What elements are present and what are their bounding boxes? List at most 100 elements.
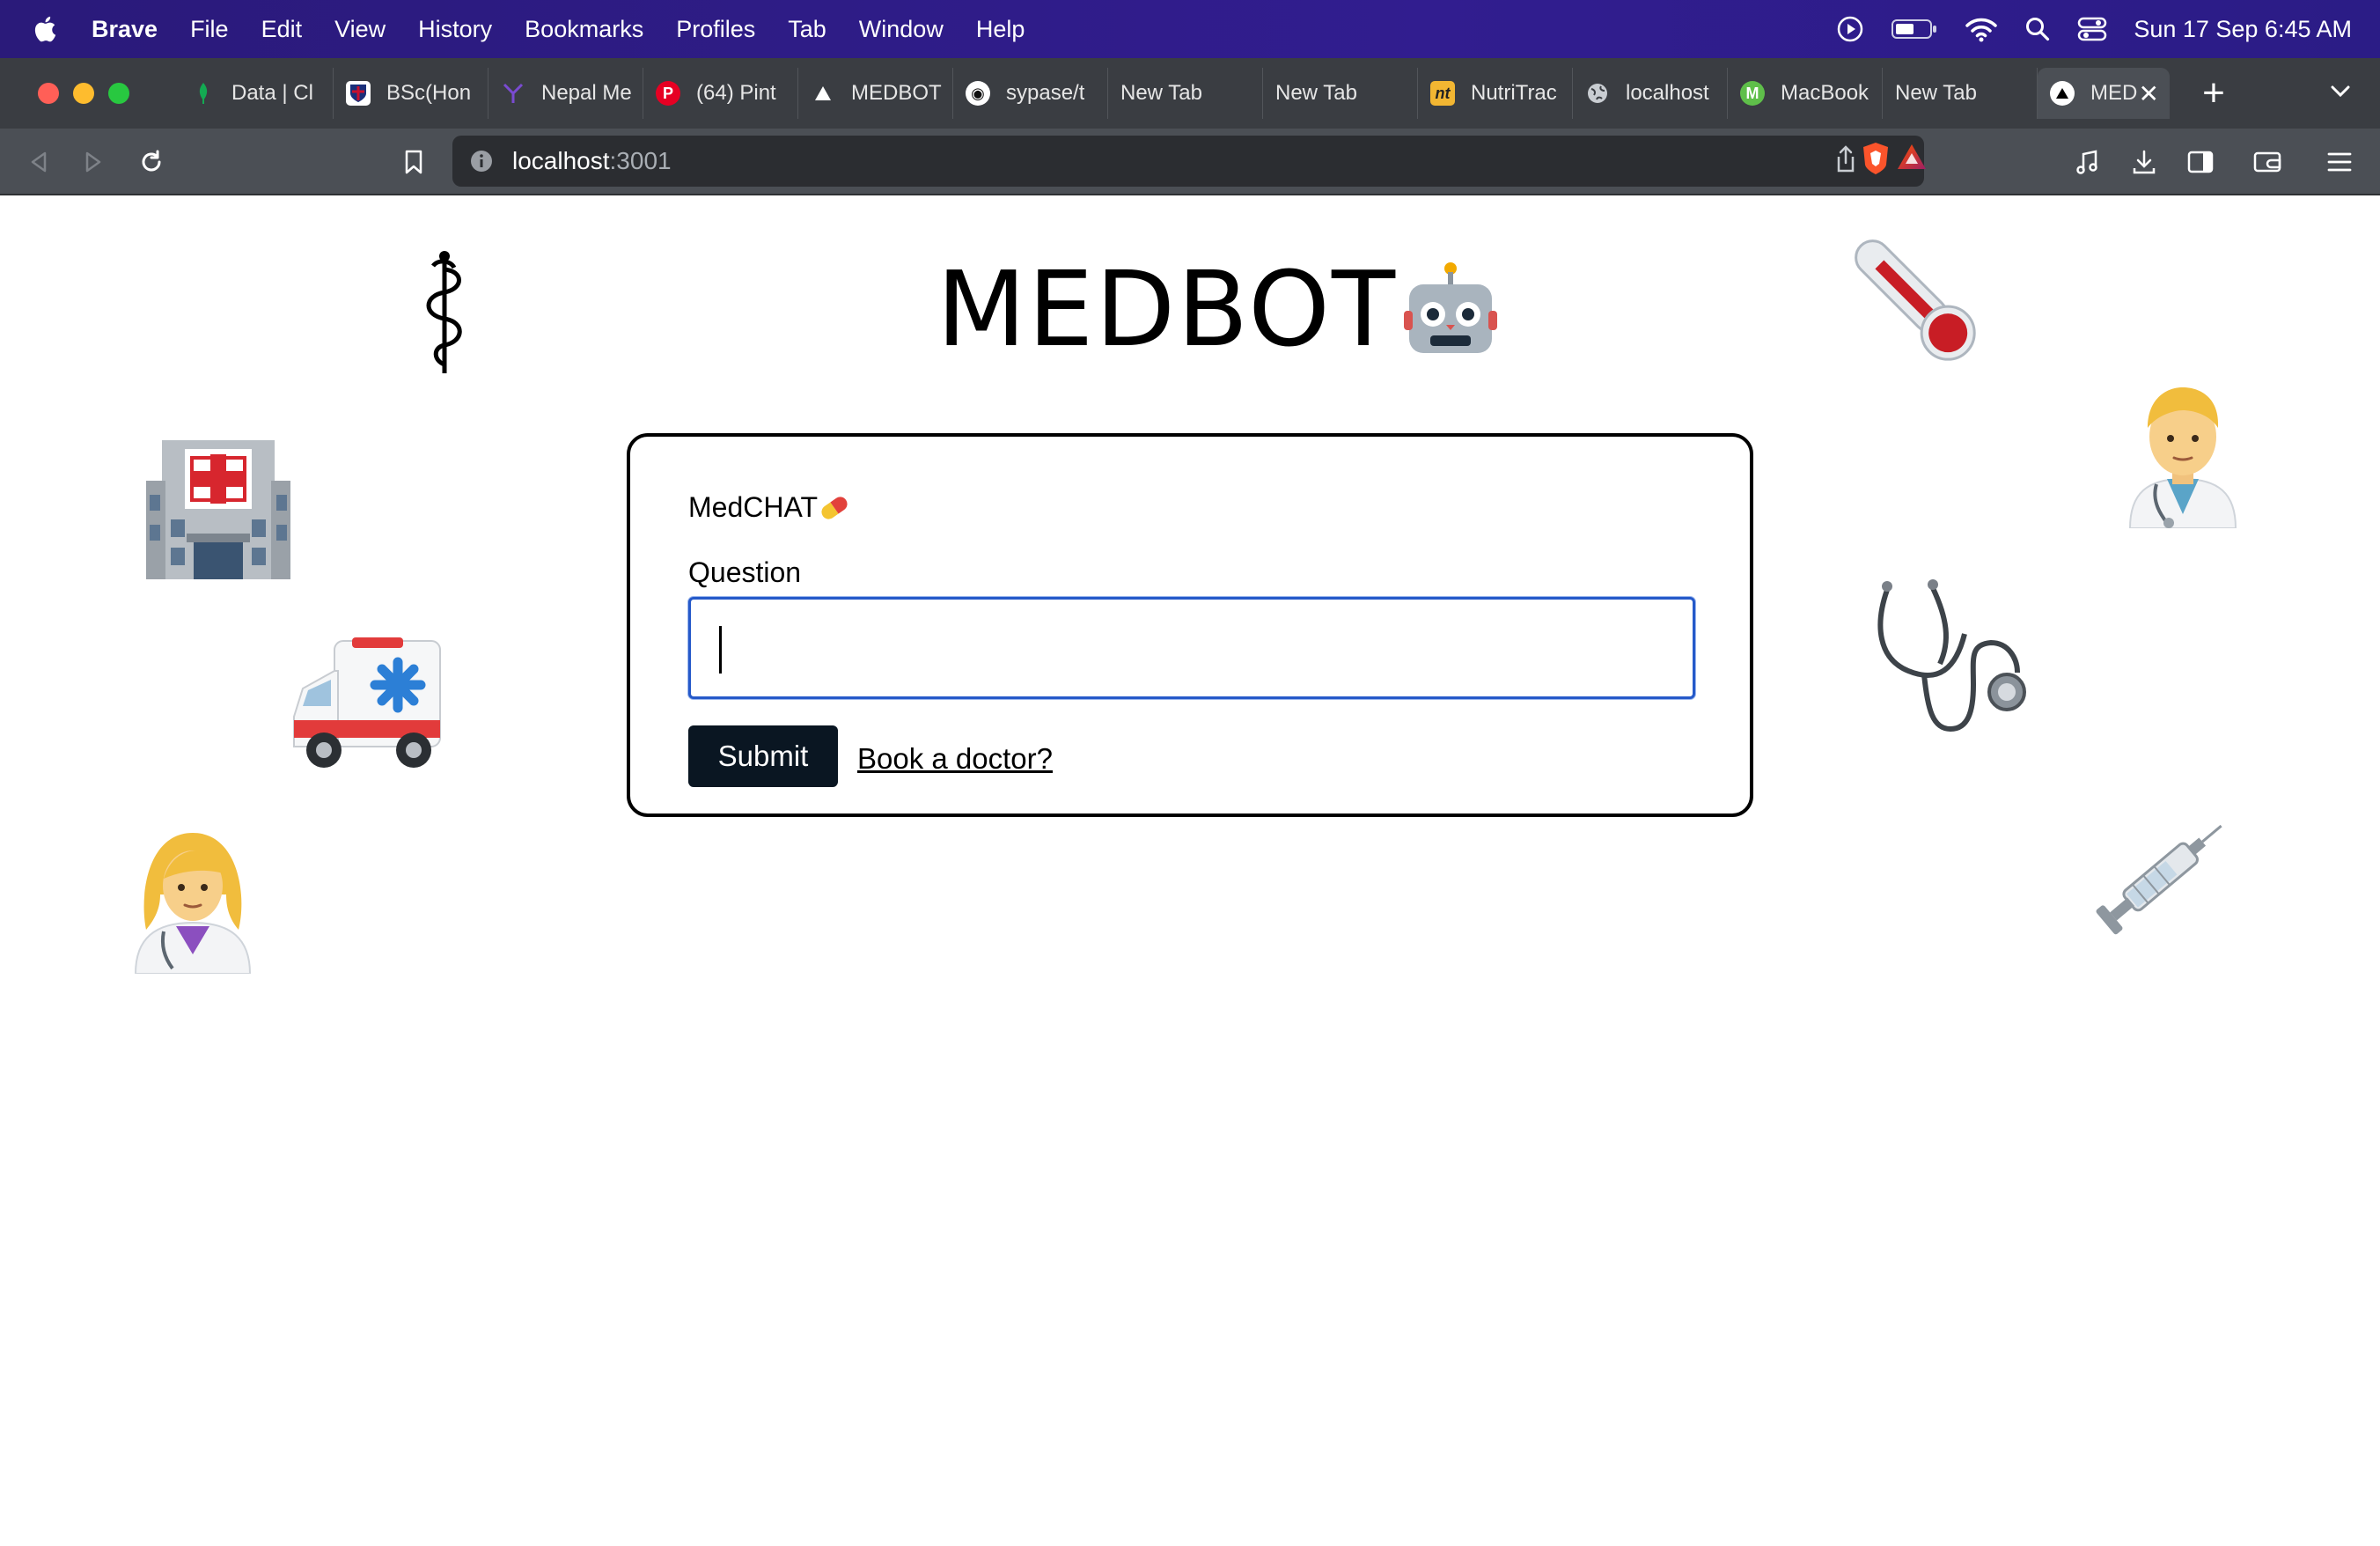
active-browser-tab[interactable]: MED ✕ [2038, 68, 2170, 119]
tab-title: BSc(Hon [386, 81, 472, 105]
apple-logo-icon[interactable] [32, 14, 62, 44]
pinterest-icon: P [656, 81, 680, 106]
leaf-icon [191, 81, 216, 106]
forward-icon[interactable] [77, 146, 109, 178]
menu-window[interactable]: Window [859, 16, 944, 43]
download-icon[interactable] [2128, 146, 2160, 178]
menu-help[interactable]: Help [976, 16, 1025, 43]
brave-shields-icon[interactable] [1861, 141, 1891, 176]
tab-title: sypase/t [1006, 81, 1085, 105]
tab-title: (64) Pint [696, 81, 776, 105]
page-title: MEDBOT [937, 248, 1499, 370]
card-heading: MedCHAT [688, 491, 849, 524]
share-icon[interactable] [1834, 144, 1857, 174]
spotlight-search-icon[interactable] [2024, 16, 2051, 42]
thermometer-icon [1855, 239, 1976, 361]
tab-title: MEDBOT [851, 81, 942, 105]
medchat-card: MedCHAT Question Submit Book a doctor? [627, 433, 1753, 817]
browser-tab[interactable]: ◉ sypase/t [953, 68, 1108, 119]
ambulance-icon [293, 637, 441, 768]
menubar-status-area: Sun 17 Sep 6:45 AM [1836, 0, 2380, 58]
site-info-icon[interactable] [468, 148, 495, 174]
nt-logo-icon: nt [1430, 81, 1455, 106]
back-icon[interactable] [23, 146, 55, 178]
caduceus-icon [426, 251, 462, 373]
browser-tab[interactable]: BSc(Hon [334, 68, 488, 119]
close-window-button[interactable] [38, 83, 59, 104]
browser-toolbar: localhost:3001 [0, 129, 2380, 195]
tab-title: MacBook [1781, 81, 1869, 105]
tab-title: New Tab [1895, 81, 1977, 105]
new-tab-button[interactable]: + [2196, 74, 2231, 113]
menu-file[interactable]: File [190, 16, 229, 43]
tab-title: New Tab [1275, 81, 1357, 105]
stethoscope-icon [1877, 579, 2026, 733]
browser-tab[interactable]: M MacBook [1728, 68, 1883, 119]
browser-tab[interactable]: Nepal Me [488, 68, 643, 119]
menu-history[interactable]: History [418, 16, 492, 43]
triangle-icon [2050, 81, 2075, 106]
browser-tab[interactable]: New Tab [1883, 68, 2038, 119]
pill-icon [821, 496, 848, 519]
web-page: MEDBOT MedCHAT Question Submit Book a do… [0, 195, 2380, 1546]
brave-rewards-icon[interactable] [1896, 143, 1928, 173]
submit-button[interactable]: Submit [688, 725, 838, 787]
book-doctor-link[interactable]: Book a doctor? [857, 742, 1053, 776]
address-bar[interactable]: localhost:3001 [452, 136, 1926, 187]
control-center-icon[interactable] [2077, 16, 2107, 42]
tab-title: Nepal Me [541, 81, 632, 105]
wifi-icon[interactable] [1965, 16, 1998, 42]
woman-doctor-icon [134, 833, 252, 974]
robot-icon [1404, 262, 1498, 353]
triangle-icon [811, 81, 835, 106]
hamburger-menu-icon[interactable] [2324, 146, 2355, 178]
menu-app-brave[interactable]: Brave [92, 16, 158, 43]
url-host: localhost [512, 147, 610, 174]
globe-icon [1585, 81, 1610, 106]
browser-tab[interactable]: New Tab [1108, 68, 1263, 119]
menu-edit[interactable]: Edit [261, 16, 303, 43]
chevron-down-icon[interactable] [2327, 77, 2354, 104]
zoom-window-button[interactable] [108, 83, 129, 104]
card-heading-text: MedCHAT [688, 491, 818, 523]
play-circle-icon[interactable] [1836, 15, 1864, 43]
github-icon: ◉ [966, 81, 990, 106]
menubar-clock[interactable]: Sun 17 Sep 6:45 AM [2134, 16, 2352, 43]
tab-title: Data | Cl [231, 81, 313, 105]
man-doctor-icon [2128, 387, 2237, 528]
battery-icon[interactable] [1891, 18, 1938, 40]
tab-title: localhost [1626, 81, 1709, 105]
syringe-icon [2096, 824, 2222, 935]
menu-profiles[interactable]: Profiles [676, 16, 755, 43]
hospital-icon [146, 440, 290, 579]
page-title-text: MEDBOT [937, 248, 1398, 370]
browser-tab[interactable]: P (64) Pint [643, 68, 798, 119]
media-playlist-icon[interactable] [2072, 146, 2104, 178]
window-controls [38, 83, 143, 104]
browser-tab[interactable]: localhost [1573, 68, 1728, 119]
reload-icon[interactable] [136, 146, 167, 178]
y-logo-icon [501, 81, 525, 106]
shield-crest-icon [346, 81, 371, 106]
browser-tab[interactable]: New Tab [1263, 68, 1418, 119]
browser-tab-strip: Data | Cl BSc(Hon Nepal Me P (64) Pint M… [0, 58, 2380, 129]
text-caret [719, 626, 722, 674]
browser-tab[interactable]: MEDBOT [798, 68, 953, 119]
minimize-window-button[interactable] [73, 83, 94, 104]
question-label: Question [688, 556, 802, 588]
macos-menubar: Brave File Edit View History Bookmarks P… [0, 0, 2380, 58]
m-logo-icon: M [1740, 81, 1765, 106]
tab-title: MED [2090, 81, 2138, 105]
browser-tab[interactable]: nt NutriTrac [1418, 68, 1573, 119]
tab-title: New Tab [1120, 81, 1202, 105]
close-tab-icon[interactable]: ✕ [2139, 79, 2159, 108]
browser-tab[interactable]: Data | Cl [179, 68, 334, 119]
bookmark-icon[interactable] [398, 146, 430, 178]
menu-bookmarks[interactable]: Bookmarks [525, 16, 643, 43]
url-port: :3001 [609, 147, 672, 174]
sidebar-toggle-icon[interactable] [2185, 146, 2216, 178]
question-input[interactable] [688, 597, 1695, 699]
menu-tab[interactable]: Tab [788, 16, 826, 43]
menu-view[interactable]: View [334, 16, 386, 43]
wallet-icon[interactable] [2251, 146, 2283, 178]
